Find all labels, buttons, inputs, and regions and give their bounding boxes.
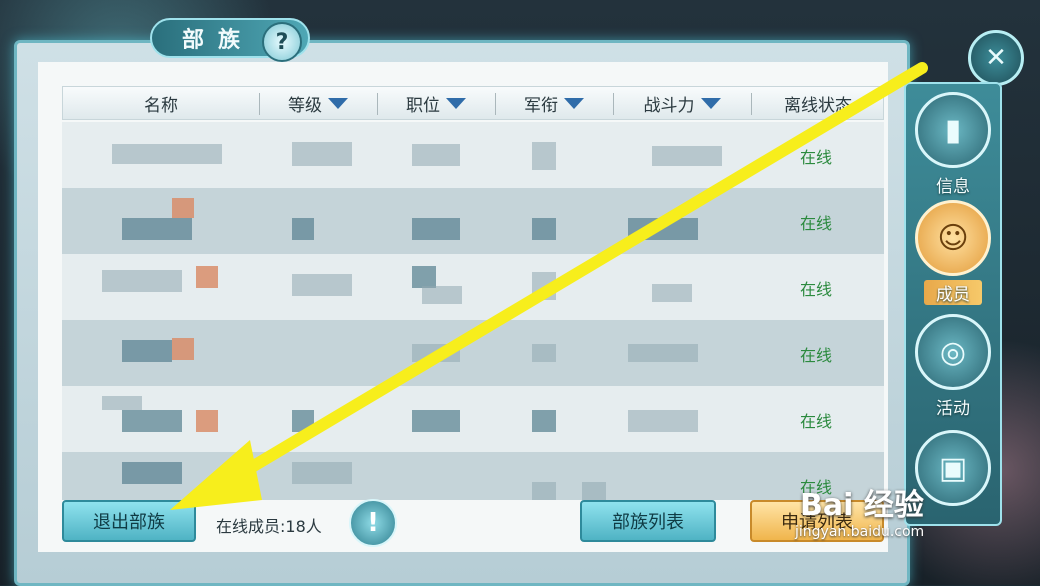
watermark: Bai 经验 jingyan.baidu.com <box>795 480 1030 540</box>
watermark-brand: Bai 经验 <box>800 488 924 523</box>
watermark-url: jingyan.baidu.com <box>795 524 925 540</box>
